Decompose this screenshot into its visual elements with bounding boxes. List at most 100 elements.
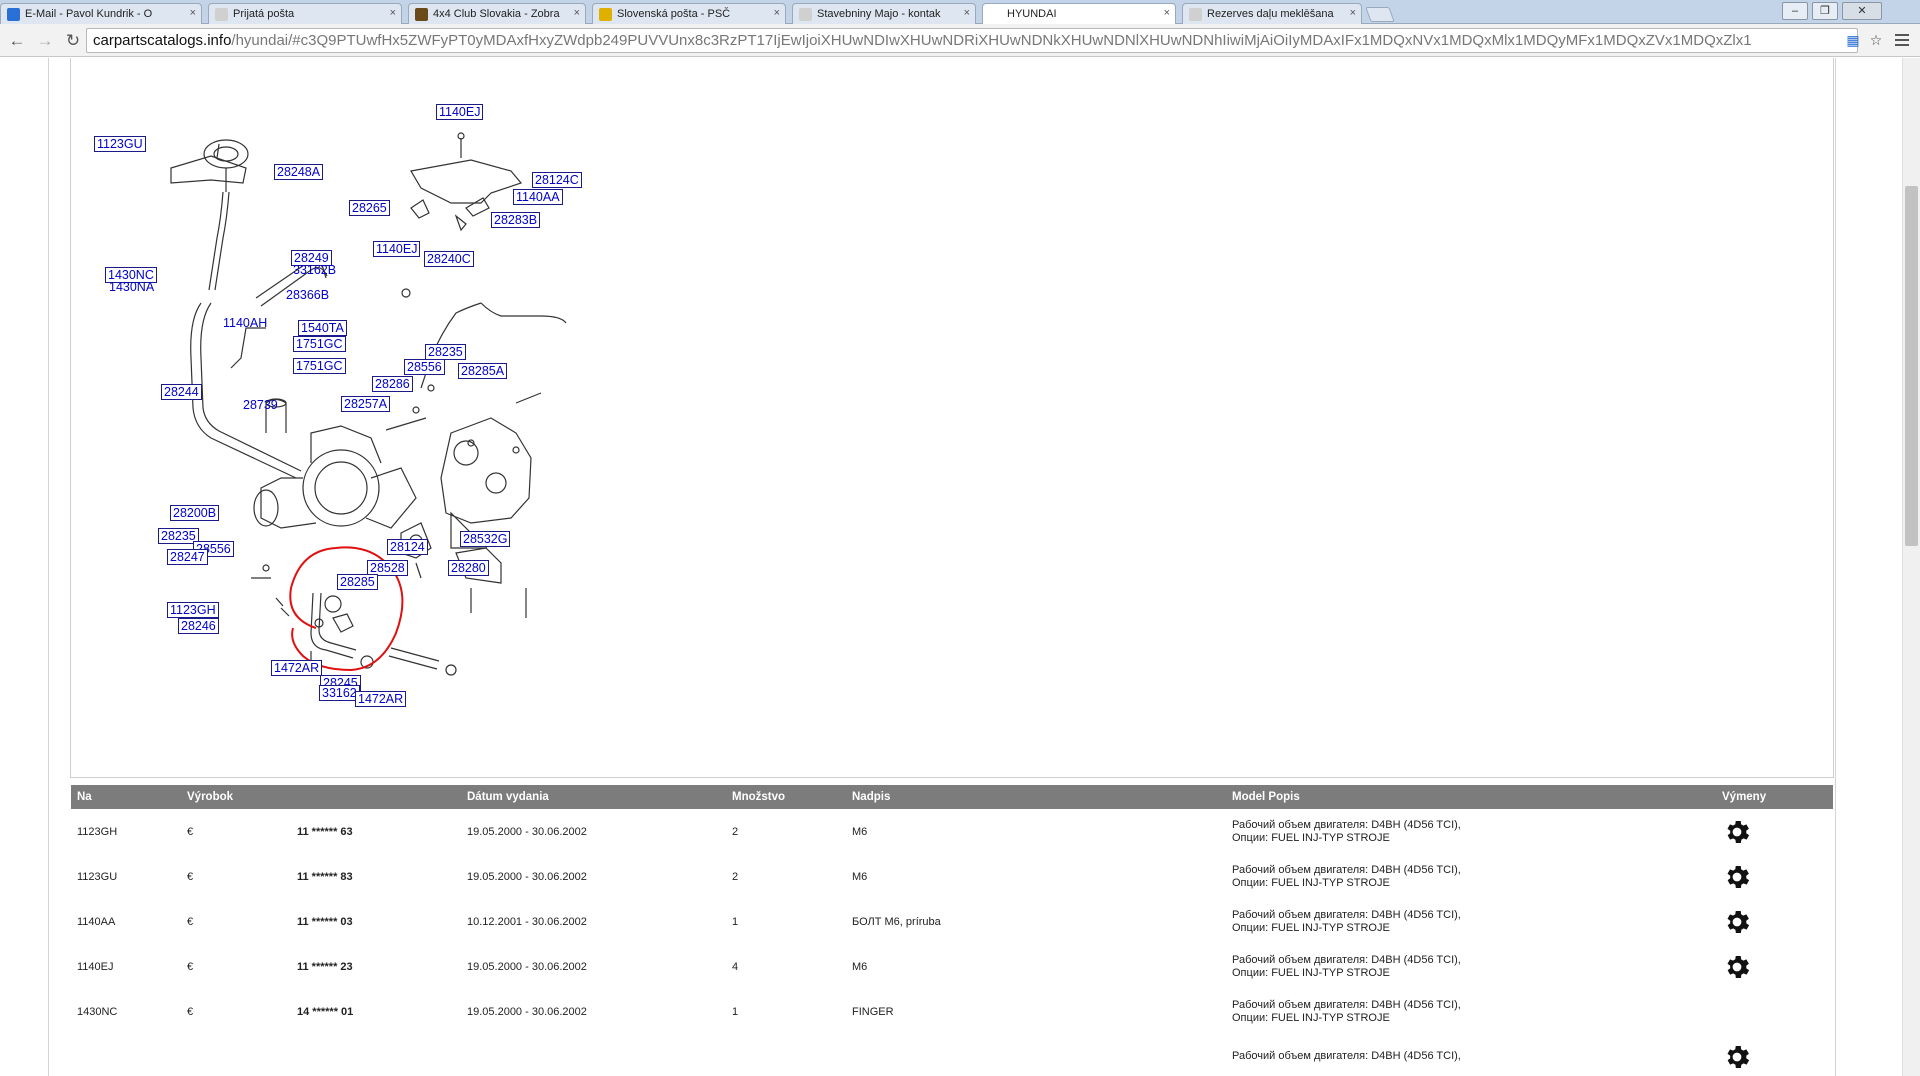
tab-close-icon[interactable]: × [190, 7, 196, 19]
part-callout[interactable]: 28556 [404, 359, 445, 375]
part-callout[interactable]: 28124 [387, 539, 428, 555]
part-callout[interactable]: 28285A [458, 363, 508, 379]
part-callout[interactable]: 1472AR [271, 660, 323, 676]
gear-icon[interactable] [1722, 817, 1827, 847]
maximize-button[interactable]: ❐ [1812, 2, 1838, 20]
part-callout[interactable]: 28265 [349, 200, 390, 216]
exhaust-manifold [440, 417, 532, 524]
cell-model: Рабочий объем двигателя: D4BH (4D56 TCI)… [1226, 1034, 1716, 1076]
part-callout[interactable]: 1123GH [167, 602, 219, 618]
part-callout[interactable]: 1472AR [355, 691, 407, 707]
part-callout[interactable]: 1540TA [298, 320, 347, 336]
browser-tab[interactable]: E-Mail - Pavol Kundrik - O × [0, 3, 202, 24]
address-bar[interactable]: carpartscatalogs.info/hyundai/#c3Q9PTUwf… [86, 28, 1858, 53]
tab-close-icon[interactable]: × [964, 7, 970, 19]
part-callout[interactable]: 28283B [491, 212, 541, 228]
cell-vymeny [1716, 989, 1833, 1034]
model-line-2: Опции: FUEL INJ-TYP STROJE [1232, 966, 1390, 979]
part-callout[interactable]: 28248A [274, 164, 324, 180]
vertical-scrollbar[interactable] [1902, 58, 1920, 1076]
model-line-1: Рабочий объем двигателя: D4BH (4D56 TCI)… [1232, 953, 1461, 966]
table-row[interactable]: 1123GU €11 ****** 83 19.05.2000 - 30.06.20… [71, 854, 1833, 899]
tab-close-icon[interactable]: × [1350, 7, 1356, 19]
cell-price-masked: 14 ****** 01 [297, 1005, 354, 1018]
cell-price-masked: 11 ****** 83 [297, 870, 353, 883]
part-callout[interactable]: 28200B [170, 505, 220, 521]
table-body: 1123GH €11 ****** 63 19.05.2000 - 30.06.20… [71, 809, 1833, 1076]
cell-model: Рабочий объем двигателя: D4BH (4D56 TCI)… [1226, 809, 1716, 854]
part-callout[interactable]: 28246 [178, 618, 219, 634]
back-button[interactable]: ← [6, 30, 28, 52]
part-callout[interactable]: 1140EJ [373, 241, 421, 257]
forward-button[interactable]: → [34, 30, 56, 52]
cell-price-masked: 11 ****** 23 [297, 960, 353, 973]
browser-tab[interactable]: HYUNDAI × [982, 3, 1176, 25]
part-callout[interactable]: 28286 [372, 376, 413, 392]
part-callout[interactable]: 1751GC [293, 336, 346, 352]
part-callout[interactable]: 28124C [532, 172, 582, 188]
reload-button[interactable]: ↻ [62, 30, 84, 52]
browser-tab[interactable]: Rezerves daļu meklēšana × [1182, 3, 1362, 24]
cell-code: 1140AA [77, 915, 116, 928]
browser-tab[interactable]: Prijatá pošta × [208, 3, 402, 24]
translate-icon[interactable]: ▦ [1845, 32, 1861, 48]
new-tab-button[interactable] [1365, 7, 1395, 22]
bookmark-star-icon[interactable]: ☆ [1868, 32, 1884, 48]
tab-close-icon[interactable]: × [774, 7, 780, 19]
part-callout[interactable]: 1140EJ [436, 104, 484, 120]
bracket-28124c [410, 159, 523, 204]
part-callout[interactable]: 28244 [161, 384, 202, 400]
minimize-button[interactable]: – [1782, 2, 1808, 20]
part-callout[interactable]: 28285 [337, 574, 378, 590]
model-line-2: Опции: FUEL INJ-TYP STROJE [1232, 921, 1390, 934]
header-col-vymeny: Výmeny [1716, 785, 1833, 809]
part-callout[interactable]: 28739 [241, 398, 280, 412]
browser-tab[interactable]: 4x4 Club Slovakia - Zobra × [408, 3, 586, 24]
model-line-1: Рабочий объем двигателя: D4BH (4D56 TCI)… [1232, 908, 1461, 921]
table-row[interactable]: 1140EJ €11 ****** 23 19.05.2000 - 30.06.20… [71, 944, 1833, 989]
table-row[interactable]: Рабочий объем двигателя: D4BH (4D56 TCI)… [71, 1034, 1833, 1076]
browser-toolbar: ← → ↻ carpartscatalogs.info/hyundai/#c3Q… [0, 24, 1920, 57]
tab-close-icon[interactable]: × [390, 7, 396, 19]
part-callout[interactable]: 28532G [460, 531, 511, 547]
part-callout[interactable]: 28257A [341, 396, 391, 412]
part-callout[interactable]: 28240C [424, 251, 474, 267]
close-window-button[interactable]: ✕ [1842, 2, 1882, 20]
part-callout[interactable]: 28366B [284, 288, 331, 302]
header-col-mnozstvo: Množstvo [726, 785, 846, 809]
part-callout[interactable]: 1140AH [221, 316, 269, 330]
table-row[interactable]: 1123GH €11 ****** 63 19.05.2000 - 30.06.20… [71, 809, 1833, 854]
part-callout[interactable]: 1123GU [94, 136, 146, 152]
tab-favicon-icon [215, 8, 228, 21]
menu-icon[interactable] [1893, 32, 1911, 48]
cell-title: FINGER [852, 1005, 894, 1018]
gear-icon[interactable] [1722, 1042, 1827, 1072]
header-col-price [291, 785, 461, 809]
part-callout[interactable]: 1140AA [513, 189, 563, 205]
part-callout[interactable]: 1430NA [107, 280, 156, 294]
cell-model: Рабочий объем двигателя: D4BH (4D56 TCI)… [1226, 944, 1716, 989]
gear-icon[interactable] [1722, 907, 1827, 937]
part-callout[interactable]: 33162 [319, 685, 360, 701]
part-callout[interactable]: 33162B [291, 263, 338, 277]
part-callout[interactable]: 28280 [448, 560, 489, 576]
gear-icon[interactable] [1722, 862, 1827, 892]
cell-currency: € [187, 870, 194, 883]
gear-icon[interactable] [1722, 952, 1827, 982]
cell-date: 19.05.2000 - 30.06.2002 [467, 870, 587, 883]
tab-close-icon[interactable]: × [1164, 7, 1170, 19]
part-callout[interactable]: 28247 [167, 549, 208, 565]
cell-currency: € [187, 825, 194, 838]
table-row[interactable]: 1140AA €11 ****** 03 10.12.2001 - 30.06.20… [71, 899, 1833, 944]
scrollbar-thumb[interactable] [1905, 186, 1918, 546]
parts-table: Na Výrobok Dátum vydania Množstvo Nadpis Mode… [71, 785, 1833, 1076]
browser-tab[interactable]: Stavebniny Majo - kontak × [792, 3, 976, 24]
table-row[interactable]: 1430NC €14 ****** 01 19.05.2000 - 30.06.20… [71, 989, 1833, 1034]
tab-close-icon[interactable]: × [574, 7, 580, 19]
part-callout[interactable]: 28235 [425, 344, 466, 360]
browser-tab[interactable]: Slovenská pošta - PSČ × [592, 3, 786, 24]
cell-title: M6 [852, 870, 868, 883]
cell-vymeny [1716, 854, 1833, 899]
cell-title: БОЛТ M6, príruba [852, 915, 941, 928]
part-callout[interactable]: 1751GC [293, 358, 346, 374]
